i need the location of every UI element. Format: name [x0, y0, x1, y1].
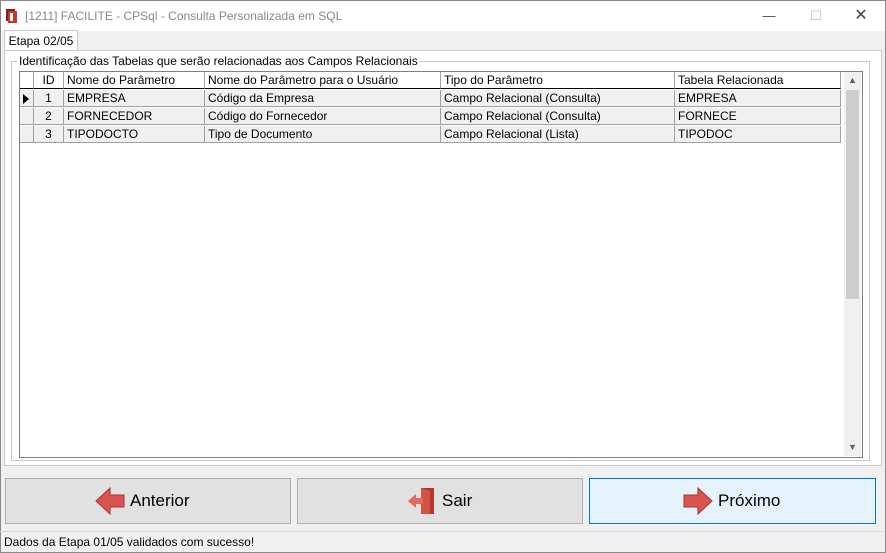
cell-tabela[interactable]: FORNECE — [675, 108, 841, 125]
row-indicator — [20, 108, 34, 125]
header-indicator — [20, 72, 34, 89]
cell-nome-usuario[interactable]: Código da Empresa — [205, 90, 441, 107]
cell-tipo[interactable]: Campo Relacional (Lista) — [441, 126, 675, 143]
current-row-arrow-icon — [23, 94, 29, 104]
anterior-label: Anterior — [130, 491, 190, 510]
minimize-button[interactable]: — — [746, 1, 792, 31]
vertical-scrollbar[interactable]: ▲ ▼ — [844, 72, 861, 456]
arrow-right-icon — [683, 486, 713, 516]
sair-label: Sair — [442, 491, 473, 510]
cell-nome[interactable]: EMPRESA — [64, 90, 205, 107]
scroll-thumb[interactable] — [846, 90, 859, 299]
header-id[interactable]: ID — [34, 72, 64, 89]
cell-tipo[interactable]: Campo Relacional (Consulta) — [441, 90, 675, 107]
maximize-button[interactable]: ☐ — [793, 1, 839, 31]
cell-nome-usuario[interactable]: Código do Fornecedor — [205, 108, 441, 125]
anterior-button[interactable]: Anterior — [5, 478, 291, 524]
cell-nome[interactable]: FORNECEDOR — [64, 108, 205, 125]
parameters-grid[interactable]: ID Nome do Parâmetro Nome do Parâmetro p… — [19, 71, 863, 458]
proximo-label: Próximo — [718, 491, 781, 510]
arrow-left-icon — [95, 486, 125, 516]
cell-id[interactable]: 3 — [34, 126, 64, 143]
close-button[interactable]: ✕ — [838, 1, 884, 31]
header-tipo-parametro[interactable]: Tipo do Parâmetro — [441, 72, 675, 89]
scroll-down-icon[interactable]: ▼ — [844, 439, 861, 456]
groupbox-title: Identificação das Tabelas que serão rela… — [17, 54, 420, 68]
facilite-app-icon — [6, 9, 17, 23]
cell-nome[interactable]: TIPODOCTO — [64, 126, 205, 143]
header-nome-usuario[interactable]: Nome do Parâmetro para o Usuário — [205, 72, 441, 89]
exit-door-icon — [408, 488, 434, 514]
sair-button[interactable]: Sair — [297, 478, 583, 524]
row-indicator — [20, 126, 34, 143]
scroll-up-icon[interactable]: ▲ — [844, 72, 861, 89]
cell-id[interactable]: 2 — [34, 108, 64, 125]
status-bar: Dados da Etapa 01/05 validados com suces… — [0, 531, 884, 551]
cell-id[interactable]: 1 — [34, 90, 64, 107]
header-nome-parametro[interactable]: Nome do Parâmetro — [64, 72, 205, 89]
header-tabela-relacionada[interactable]: Tabela Relacionada — [675, 72, 841, 89]
cell-tipo[interactable]: Campo Relacional (Consulta) — [441, 108, 675, 125]
row-indicator — [20, 90, 34, 107]
tab-etapa-02[interactable]: Etapa 02/05 — [4, 30, 78, 51]
window-title: [1211] FACILITE - CPSql - Consulta Perso… — [25, 9, 343, 23]
proximo-button[interactable]: Próximo — [589, 478, 876, 524]
cell-tabela[interactable]: TIPODOC — [675, 126, 841, 143]
cell-tabela[interactable]: EMPRESA — [675, 90, 841, 107]
cell-nome-usuario[interactable]: Tipo de Documento — [205, 126, 441, 143]
title-bar[interactable]: [1211] FACILITE - CPSql - Consulta Perso… — [1, 1, 885, 31]
